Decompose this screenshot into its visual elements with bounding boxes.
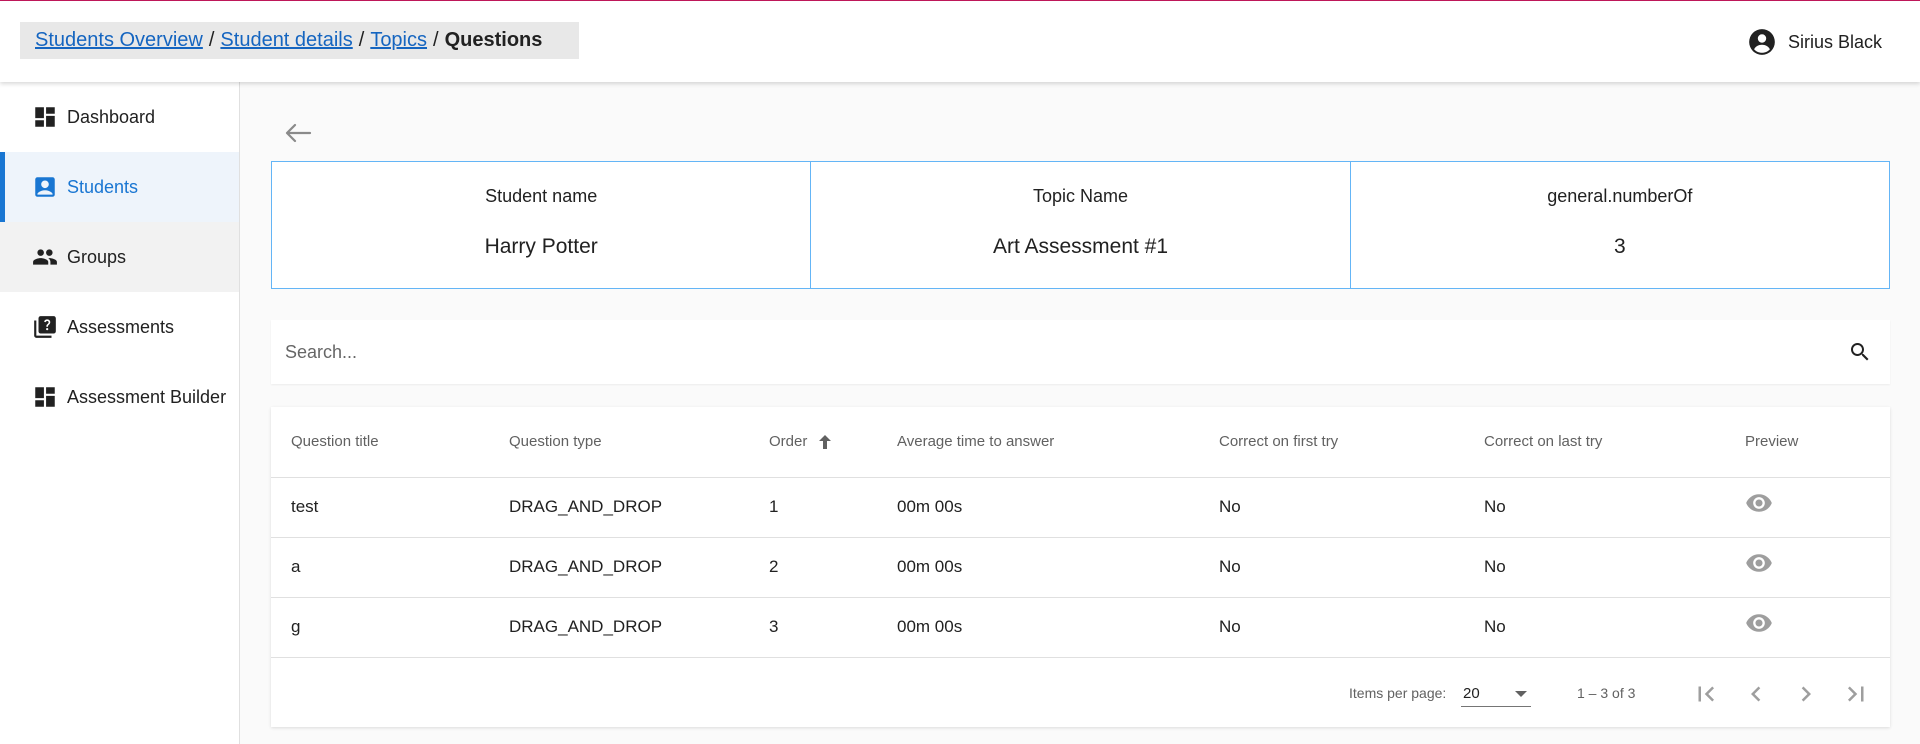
student-name-cell: Student name Harry Potter <box>272 162 812 288</box>
breadcrumb-current: Questions <box>444 29 543 51</box>
column-header-order-label: Order <box>769 433 808 451</box>
sidebar-item-students[interactable]: Students <box>0 152 239 222</box>
breadcrumb-link-topics[interactable]: Topics <box>370 29 427 52</box>
cell-correct-last-try: No <box>1464 537 1725 598</box>
sidebar: Dashboard Students Groups Assessments As… <box>0 82 240 744</box>
back-button[interactable] <box>283 121 313 145</box>
cell-preview <box>1725 597 1890 658</box>
student-name-label: Student name <box>485 186 598 206</box>
column-header-order[interactable]: Order <box>749 407 877 478</box>
question-count-value: 3 <box>1613 235 1626 258</box>
table-row: g DRAG_AND_DROP 3 00m 00s No No <box>271 597 1890 658</box>
breadcrumb-link-students-overview[interactable]: Students Overview <box>35 29 203 52</box>
sort-arrow-up-icon <box>818 435 831 450</box>
main-content: Student name Harry Potter Topic Name Art… <box>241 82 1920 744</box>
table-row: test DRAG_AND_DROP 1 00m 00s No No <box>271 477 1890 538</box>
app-header: Students Overview / Student details / To… <box>0 1 1920 82</box>
cell-correct-first-try: No <box>1199 597 1464 658</box>
chevron-down-icon <box>1515 691 1527 697</box>
column-header-question-type[interactable]: Question type <box>489 407 749 478</box>
breadcrumb-separator: / <box>208 29 215 51</box>
summary-card: Student name Harry Potter Topic Name Art… <box>271 161 1890 289</box>
column-header-correct-first-try[interactable]: Correct on first try <box>1199 407 1464 478</box>
cell-order: 2 <box>749 537 877 598</box>
preview-eye-icon[interactable] <box>1745 549 1773 577</box>
breadcrumb-separator: / <box>358 29 365 51</box>
sidebar-item-groups[interactable]: Groups <box>0 222 239 292</box>
question-count-cell: general.numberOf 3 <box>1351 162 1889 288</box>
topic-name-label: Topic Name <box>1032 186 1129 206</box>
breadcrumb: Students Overview / Student details / To… <box>20 22 579 59</box>
items-per-page-label: Items per page: <box>1349 685 1447 701</box>
questions-table: Question title Question type Order Avera… <box>271 407 1890 658</box>
sidebar-item-label: Dashboard <box>67 106 156 127</box>
table-row: a DRAG_AND_DROP 2 00m 00s No No <box>271 537 1890 598</box>
column-header-correct-last-try[interactable]: Correct on last try <box>1464 407 1725 478</box>
cell-preview <box>1725 477 1890 538</box>
cell-order: 3 <box>749 597 877 658</box>
next-page-icon[interactable] <box>1791 679 1821 709</box>
cell-average-time: 00m 00s <box>877 597 1199 658</box>
dashboard-icon <box>35 387 55 407</box>
sidebar-item-label: Students <box>67 176 139 197</box>
search-bar <box>271 320 1890 384</box>
cell-correct-first-try: No <box>1199 477 1464 538</box>
preview-eye-icon[interactable] <box>1745 609 1773 637</box>
table-header-row: Question title Question type Order Avera… <box>271 407 1890 478</box>
sidebar-item-assessment-builder[interactable]: Assessment Builder <box>0 362 239 432</box>
last-page-icon[interactable] <box>1841 679 1871 709</box>
previous-page-icon[interactable] <box>1741 679 1771 709</box>
cell-average-time: 00m 00s <box>877 477 1199 538</box>
items-per-page-value: 20 <box>1463 685 1480 702</box>
user-menu[interactable]: Sirius Black <box>1748 28 1882 56</box>
cell-order: 1 <box>749 477 877 538</box>
sidebar-item-dashboard[interactable]: Dashboard <box>0 82 239 152</box>
student-name-value: Harry Potter <box>484 235 598 258</box>
cell-correct-last-try: No <box>1464 477 1725 538</box>
groups-icon <box>33 249 57 265</box>
column-header-question-title[interactable]: Question title <box>271 407 489 478</box>
cell-correct-last-try: No <box>1464 597 1725 658</box>
cell-question-title: test <box>271 477 489 538</box>
question-count-label: general.numberOf <box>1547 186 1693 206</box>
column-header-preview: Preview <box>1725 407 1890 478</box>
student-badge-icon <box>35 177 55 197</box>
cell-correct-first-try: No <box>1199 537 1464 598</box>
sidebar-item-assessments[interactable]: Assessments <box>0 292 239 362</box>
sidebar-item-label: Assessment Builder <box>67 386 227 407</box>
cell-preview <box>1725 537 1890 598</box>
cell-question-title: a <box>271 537 489 598</box>
topic-name-value: Art Assessment #1 <box>992 235 1169 258</box>
search-input[interactable] <box>285 320 1805 384</box>
preview-eye-icon[interactable] <box>1745 489 1773 517</box>
column-header-average-time[interactable]: Average time to answer <box>877 407 1199 478</box>
search-icon[interactable] <box>1848 340 1872 364</box>
arrow-back-icon <box>285 123 312 143</box>
items-per-page-select[interactable]: 20 <box>1461 679 1531 707</box>
cell-question-title: g <box>271 597 489 658</box>
account-circle-icon <box>1749 29 1775 55</box>
first-page-icon[interactable] <box>1691 679 1721 709</box>
paginator: Items per page: 20 1 – 3 of 3 <box>271 657 1890 727</box>
page-range-label: 1 – 3 of 3 <box>1577 685 1636 701</box>
cell-question-type: DRAG_AND_DROP <box>489 597 749 658</box>
dashboard-icon <box>35 107 55 127</box>
questions-table-card: Question title Question type Order Avera… <box>271 407 1890 727</box>
quiz-icon <box>34 316 56 338</box>
breadcrumb-separator: / <box>433 29 439 51</box>
cell-question-type: DRAG_AND_DROP <box>489 537 749 598</box>
user-name: Sirius Black <box>1787 31 1882 52</box>
topic-name-cell: Topic Name Art Assessment #1 <box>811 162 1351 288</box>
cell-question-type: DRAG_AND_DROP <box>489 477 749 538</box>
sidebar-item-label: Groups <box>67 246 127 267</box>
sidebar-item-label: Assessments <box>67 316 175 337</box>
cell-average-time: 00m 00s <box>877 537 1199 598</box>
breadcrumb-link-student-details[interactable]: Student details <box>220 29 352 52</box>
